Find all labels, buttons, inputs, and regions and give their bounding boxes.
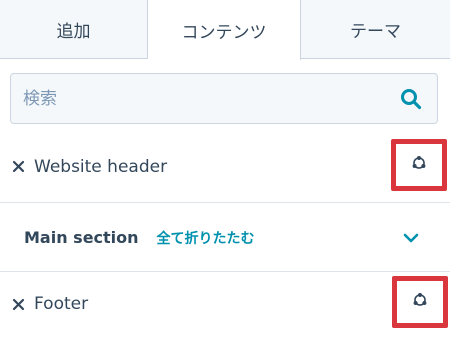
tab-bar: 追加 コンテンツ テーマ xyxy=(0,0,450,60)
footer-label: Footer xyxy=(34,294,89,314)
search-input[interactable] xyxy=(11,74,391,123)
tab-add[interactable]: 追加 xyxy=(0,0,148,59)
chevron-down-icon[interactable] xyxy=(399,226,423,250)
footer-row[interactable]: Footer xyxy=(0,273,450,335)
tab-contents[interactable]: コンテンツ xyxy=(148,0,301,60)
search-box xyxy=(10,73,438,124)
website-header-row[interactable]: Website header xyxy=(0,131,450,203)
main-section-label: Main section xyxy=(24,228,139,247)
collapse-all-link[interactable]: 全て折りたたむ xyxy=(157,228,255,248)
main-section-row[interactable]: Main section 全て折りたたむ xyxy=(0,204,450,272)
global-module-icon[interactable] xyxy=(412,292,428,312)
drag-handle-icon[interactable] xyxy=(11,297,25,311)
highlight-box xyxy=(391,139,447,191)
drag-handle-icon[interactable] xyxy=(11,160,25,174)
search-icon[interactable] xyxy=(391,79,431,119)
website-header-label: Website header xyxy=(34,156,168,177)
content-panel: 追加 コンテンツ テーマ Website header xyxy=(0,0,450,353)
global-module-icon[interactable] xyxy=(411,155,427,175)
tab-theme[interactable]: テーマ xyxy=(301,0,450,59)
highlight-box xyxy=(392,276,448,328)
